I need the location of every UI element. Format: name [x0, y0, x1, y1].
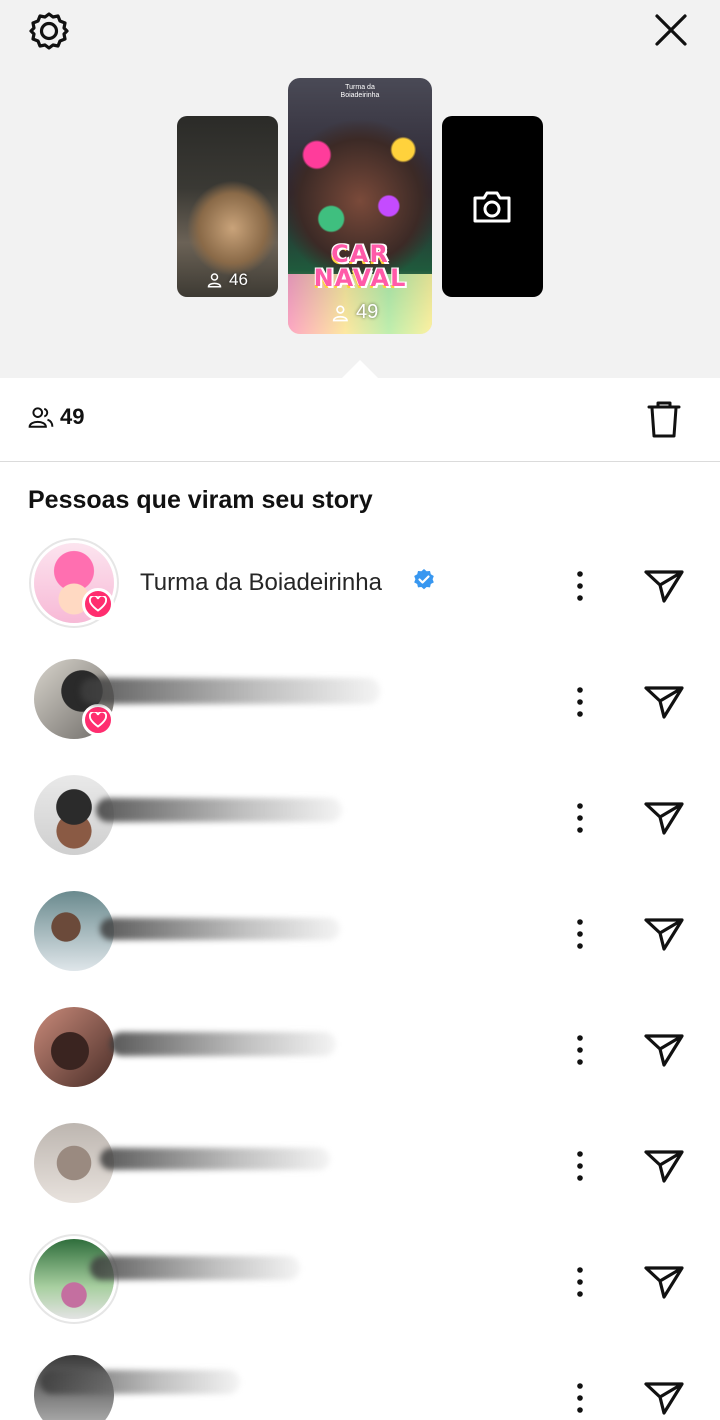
send-message-button[interactable] [642, 1146, 686, 1186]
redacted-username [100, 918, 340, 940]
verified-badge [412, 568, 436, 592]
viewer-row[interactable] [0, 762, 720, 878]
redacted-username [90, 1256, 300, 1280]
send-message-button[interactable] [642, 798, 686, 838]
send-icon [644, 1266, 684, 1299]
close-button[interactable] [648, 8, 694, 54]
viewer-count[interactable]: 49 [28, 404, 84, 430]
selected-story-pointer [342, 360, 378, 378]
more-options-button[interactable] [568, 1380, 592, 1416]
send-icon [644, 1034, 684, 1067]
liked-badge [82, 704, 114, 736]
redacted-username [80, 678, 380, 704]
more-options-icon [577, 919, 583, 949]
more-options-icon [577, 1267, 583, 1297]
viewer-row[interactable] [0, 1110, 720, 1226]
viewers-icon [207, 273, 222, 288]
more-options-button[interactable] [568, 916, 592, 952]
viewer-row[interactable] [0, 1342, 720, 1420]
viewer-username[interactable]: Turma da Boiadeirinha [140, 569, 382, 597]
send-icon [644, 1150, 684, 1183]
story-view-count: 49 [332, 301, 378, 324]
delete-story-button[interactable] [644, 398, 684, 440]
more-options-button[interactable] [568, 1032, 592, 1068]
gear-icon [29, 12, 69, 50]
more-options-button[interactable] [568, 684, 592, 720]
liked-badge [82, 588, 114, 620]
heart-icon [89, 596, 107, 612]
more-options-button[interactable] [568, 1264, 592, 1300]
viewer-row[interactable] [0, 994, 720, 1110]
redacted-username [96, 798, 342, 822]
story-thumbnail[interactable]: 46 [177, 116, 278, 297]
send-icon [644, 686, 684, 719]
story-thumbnail-selected[interactable]: Turma da Boiadeirinha CAR NAVAL 49 [288, 78, 432, 334]
send-icon [644, 570, 684, 603]
send-message-button[interactable] [642, 682, 686, 722]
more-options-button[interactable] [568, 568, 592, 604]
story-view-count: 46 [207, 270, 248, 290]
story-stats-bar: 49 [0, 378, 720, 462]
send-icon [644, 918, 684, 951]
viewer-row[interactable] [0, 878, 720, 994]
send-message-button[interactable] [642, 1262, 686, 1302]
send-message-button[interactable] [642, 566, 686, 606]
viewers-icon [28, 407, 54, 428]
more-options-icon [577, 1383, 583, 1413]
story-mini-title: Turma da Boiadeirinha [340, 84, 380, 99]
trash-icon [647, 401, 681, 438]
redacted-username [110, 1032, 336, 1056]
redacted-username [100, 1148, 330, 1170]
heart-icon [89, 712, 107, 728]
send-icon [644, 1382, 684, 1415]
more-options-icon [577, 687, 583, 717]
avatar[interactable] [34, 1007, 114, 1087]
section-title: Pessoas que viram seu story [28, 486, 373, 514]
viewer-row[interactable] [0, 646, 720, 762]
redacted-username [40, 1370, 240, 1394]
more-options-button[interactable] [568, 1148, 592, 1184]
settings-button[interactable] [26, 8, 72, 54]
send-message-button[interactable] [642, 914, 686, 954]
send-icon [644, 802, 684, 835]
add-story-thumbnail[interactable] [442, 116, 543, 297]
more-options-button[interactable] [568, 800, 592, 836]
viewer-row[interactable]: Turma da Boiadeirinha [0, 530, 720, 646]
send-message-button[interactable] [642, 1030, 686, 1070]
camera-icon [473, 191, 511, 223]
viewer-row[interactable] [0, 1226, 720, 1342]
verified-badge-icon [414, 569, 434, 590]
stories-carousel: 46 Turma da Boiadeirinha CAR NAVAL 49 [0, 0, 720, 378]
viewers-icon [332, 305, 348, 321]
more-options-icon [577, 1035, 583, 1065]
more-options-icon [577, 571, 583, 601]
more-options-icon [577, 1151, 583, 1181]
more-options-icon [577, 803, 583, 833]
send-message-button[interactable] [642, 1378, 686, 1418]
story-sticker-text: CAR NAVAL [313, 240, 407, 292]
close-icon [655, 14, 687, 46]
